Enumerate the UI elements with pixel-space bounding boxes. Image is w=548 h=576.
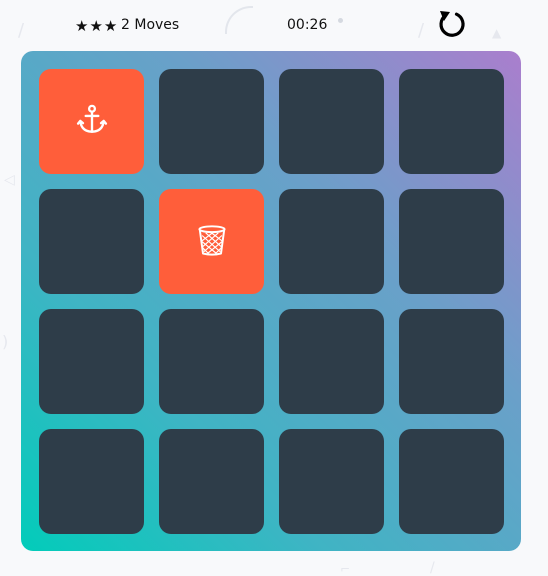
card-r4-c1[interactable] <box>39 429 144 534</box>
moves-count: 2 <box>121 17 130 33</box>
card-deck <box>21 51 521 551</box>
restart-button[interactable] <box>436 8 468 40</box>
card-r2-c1[interactable] <box>39 189 144 294</box>
card-r1-c4[interactable] <box>399 69 504 174</box>
card-r3-c2[interactable] <box>159 309 264 414</box>
card-r4-c3[interactable] <box>279 429 384 534</box>
card-r1-c3[interactable] <box>279 69 384 174</box>
card-r2-c4[interactable] <box>399 189 504 294</box>
card-r4-c4[interactable] <box>399 429 504 534</box>
card-r3-c4[interactable] <box>399 309 504 414</box>
card-r1-c2[interactable] <box>159 69 264 174</box>
trash-icon <box>194 222 230 262</box>
card-r4-c2[interactable] <box>159 429 264 534</box>
moves-counter: 2 Moves <box>121 17 179 33</box>
card-r2-c2[interactable] <box>159 189 264 294</box>
restart-icon[interactable] <box>436 8 468 40</box>
game-timer: 00:26 <box>287 17 328 33</box>
background-decoration: ) <box>2 332 9 351</box>
background-decoration: ◁ <box>4 172 15 188</box>
card-r3-c1[interactable] <box>39 309 144 414</box>
card-r3-c3[interactable] <box>279 309 384 414</box>
moves-label: Moves <box>134 17 180 33</box>
star-rating: ★★★ <box>75 17 119 35</box>
score-panel: ★★★ 2 Moves 00:26 <box>0 8 548 44</box>
anchor-icon <box>74 102 110 142</box>
card-r2-c3[interactable] <box>279 189 384 294</box>
card-r1-c1[interactable] <box>39 69 144 174</box>
